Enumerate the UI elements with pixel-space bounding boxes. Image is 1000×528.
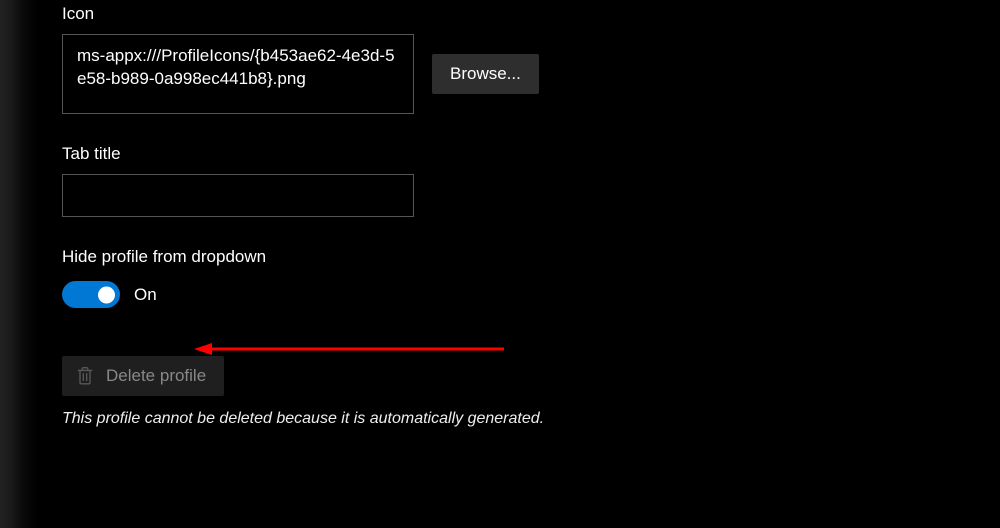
window-left-edge <box>0 0 38 528</box>
delete-profile-label: Delete profile <box>106 366 206 386</box>
hide-profile-toggle-state: On <box>134 285 157 305</box>
toggle-knob <box>98 286 115 303</box>
trash-icon <box>76 366 94 386</box>
icon-path-input[interactable]: ms-appx:///ProfileIcons/{b453ae62-4e3d-5… <box>62 34 414 114</box>
delete-profile-button: Delete profile <box>62 356 224 396</box>
tab-title-label: Tab title <box>62 144 1000 164</box>
settings-content: Icon ms-appx:///ProfileIcons/{b453ae62-4… <box>62 0 1000 428</box>
hide-profile-toggle[interactable] <box>62 281 120 308</box>
tab-title-input[interactable] <box>62 174 414 217</box>
icon-row: ms-appx:///ProfileIcons/{b453ae62-4e3d-5… <box>62 34 1000 114</box>
hide-profile-label: Hide profile from dropdown <box>62 247 1000 267</box>
tab-title-field-group: Tab title <box>62 144 1000 217</box>
browse-button[interactable]: Browse... <box>432 54 539 94</box>
icon-field-group: Icon ms-appx:///ProfileIcons/{b453ae62-4… <box>62 4 1000 114</box>
icon-label: Icon <box>62 4 1000 24</box>
hide-profile-toggle-row: On <box>62 281 1000 308</box>
hide-profile-field-group: Hide profile from dropdown On <box>62 247 1000 308</box>
delete-profile-note: This profile cannot be deleted because i… <box>62 410 1000 428</box>
